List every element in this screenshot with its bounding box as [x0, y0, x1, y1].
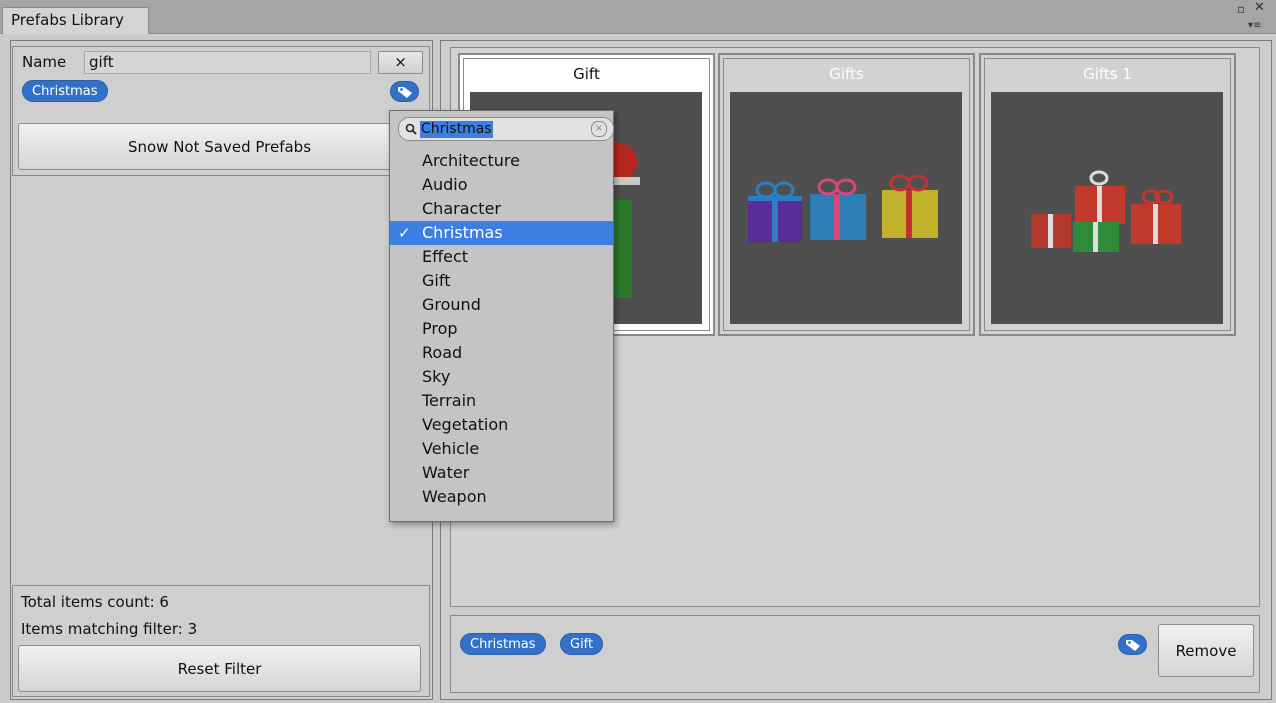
- menu-item-label: Character: [422, 199, 501, 218]
- reset-filter-button[interactable]: Reset Filter: [18, 645, 421, 692]
- snow-button-label: Snow Not Saved Prefabs: [127, 137, 312, 156]
- prefab-preview: [991, 92, 1223, 324]
- menu-item-christmas[interactable]: ✓ Christmas: [390, 221, 613, 245]
- menu-item-label: Christmas: [422, 223, 503, 242]
- tag-icon: [1125, 639, 1140, 651]
- menu-item-road[interactable]: Road: [390, 341, 613, 365]
- close-icon[interactable]: ✕: [1254, 1, 1265, 14]
- filter-tag-chip[interactable]: Christmas: [22, 80, 108, 102]
- prefab-card-gifts-1[interactable]: Gifts 1: [979, 53, 1236, 336]
- card-title: Gift: [573, 65, 600, 83]
- prefab-preview: [730, 92, 962, 324]
- maximize-icon[interactable]: ▫: [1237, 3, 1245, 15]
- search-icon: [405, 123, 417, 135]
- items-matching-filter: Items matching filter: 3: [21, 620, 198, 638]
- selection-tag-chip-christmas[interactable]: Christmas: [460, 633, 546, 655]
- tag-dropdown: Christmas × Architecture Audio Character ✓ C…: [389, 110, 614, 522]
- card-title: Gifts 1: [1083, 65, 1132, 83]
- menu-item-label: Gift: [422, 271, 451, 290]
- menu-item-label: Effect: [422, 247, 469, 266]
- menu-item-effect[interactable]: Effect: [390, 245, 613, 269]
- menu-item-gift[interactable]: Gift: [390, 269, 613, 293]
- clear-name-button[interactable]: ×: [378, 51, 423, 74]
- menu-item-water[interactable]: Water: [390, 461, 613, 485]
- remove-button[interactable]: Remove: [1158, 624, 1254, 677]
- menu-item-vegetation[interactable]: Vegetation: [390, 413, 613, 437]
- menu-item-label: Road: [422, 343, 463, 362]
- menu-item-character[interactable]: Character: [390, 197, 613, 221]
- menu-item-label: Terrain: [422, 391, 477, 410]
- tag-icon: [397, 86, 412, 98]
- menu-item-label: Water: [422, 463, 470, 482]
- checkmark-icon: ✓: [398, 224, 411, 242]
- menu-item-label: Sky: [422, 367, 451, 386]
- window-tab-bar: [0, 0, 1276, 34]
- gifts-1-preview-icon: [1031, 170, 1181, 252]
- menu-item-vehicle[interactable]: Vehicle: [390, 437, 613, 461]
- menu-item-label: Architecture: [422, 151, 520, 170]
- tab-label: Prefabs Library: [11, 11, 124, 29]
- tab-prefabs-library[interactable]: Prefabs Library: [2, 7, 149, 34]
- menu-item-label: Vegetation: [422, 415, 509, 434]
- menu-item-audio[interactable]: Audio: [390, 173, 613, 197]
- menu-item-label: Vehicle: [422, 439, 480, 458]
- tag-search-input[interactable]: Christmas ×: [398, 117, 614, 141]
- remove-button-label: Remove: [1175, 641, 1237, 660]
- menu-item-ground[interactable]: Ground: [390, 293, 613, 317]
- card-title: Gifts: [829, 65, 864, 83]
- gifts-preview-icon: [748, 174, 938, 242]
- clear-search-icon[interactable]: ×: [591, 121, 607, 137]
- menu-item-weapon[interactable]: Weapon: [390, 485, 613, 509]
- tag-menu-list: Architecture Audio Character ✓ Christmas Effe…: [390, 149, 613, 509]
- filter-tag-button[interactable]: [390, 81, 419, 102]
- total-items-count: Total items count: 6: [21, 593, 169, 611]
- selection-tag-button[interactable]: [1118, 634, 1147, 655]
- snow-not-saved-prefabs-button[interactable]: Snow Not Saved Prefabs: [18, 123, 421, 170]
- menu-item-prop[interactable]: Prop: [390, 317, 613, 341]
- menu-item-sky[interactable]: Sky: [390, 365, 613, 389]
- menu-item-label: Audio: [422, 175, 468, 194]
- menu-item-label: Ground: [422, 295, 481, 314]
- name-label: Name: [22, 53, 67, 71]
- prefab-card-gifts[interactable]: Gifts: [718, 53, 975, 336]
- panel-menu-icon[interactable]: ▾≡: [1248, 20, 1261, 32]
- selection-tag-chip-gift[interactable]: Gift: [560, 633, 604, 655]
- name-filter-input[interactable]: gift: [84, 51, 371, 74]
- menu-item-label: Prop: [422, 319, 458, 338]
- menu-item-architecture[interactable]: Architecture: [390, 149, 613, 173]
- reset-filter-label: Reset Filter: [177, 659, 262, 678]
- menu-item-terrain[interactable]: Terrain: [390, 389, 613, 413]
- tag-search-text: Christmas: [420, 120, 493, 138]
- menu-item-label: Weapon: [422, 487, 487, 506]
